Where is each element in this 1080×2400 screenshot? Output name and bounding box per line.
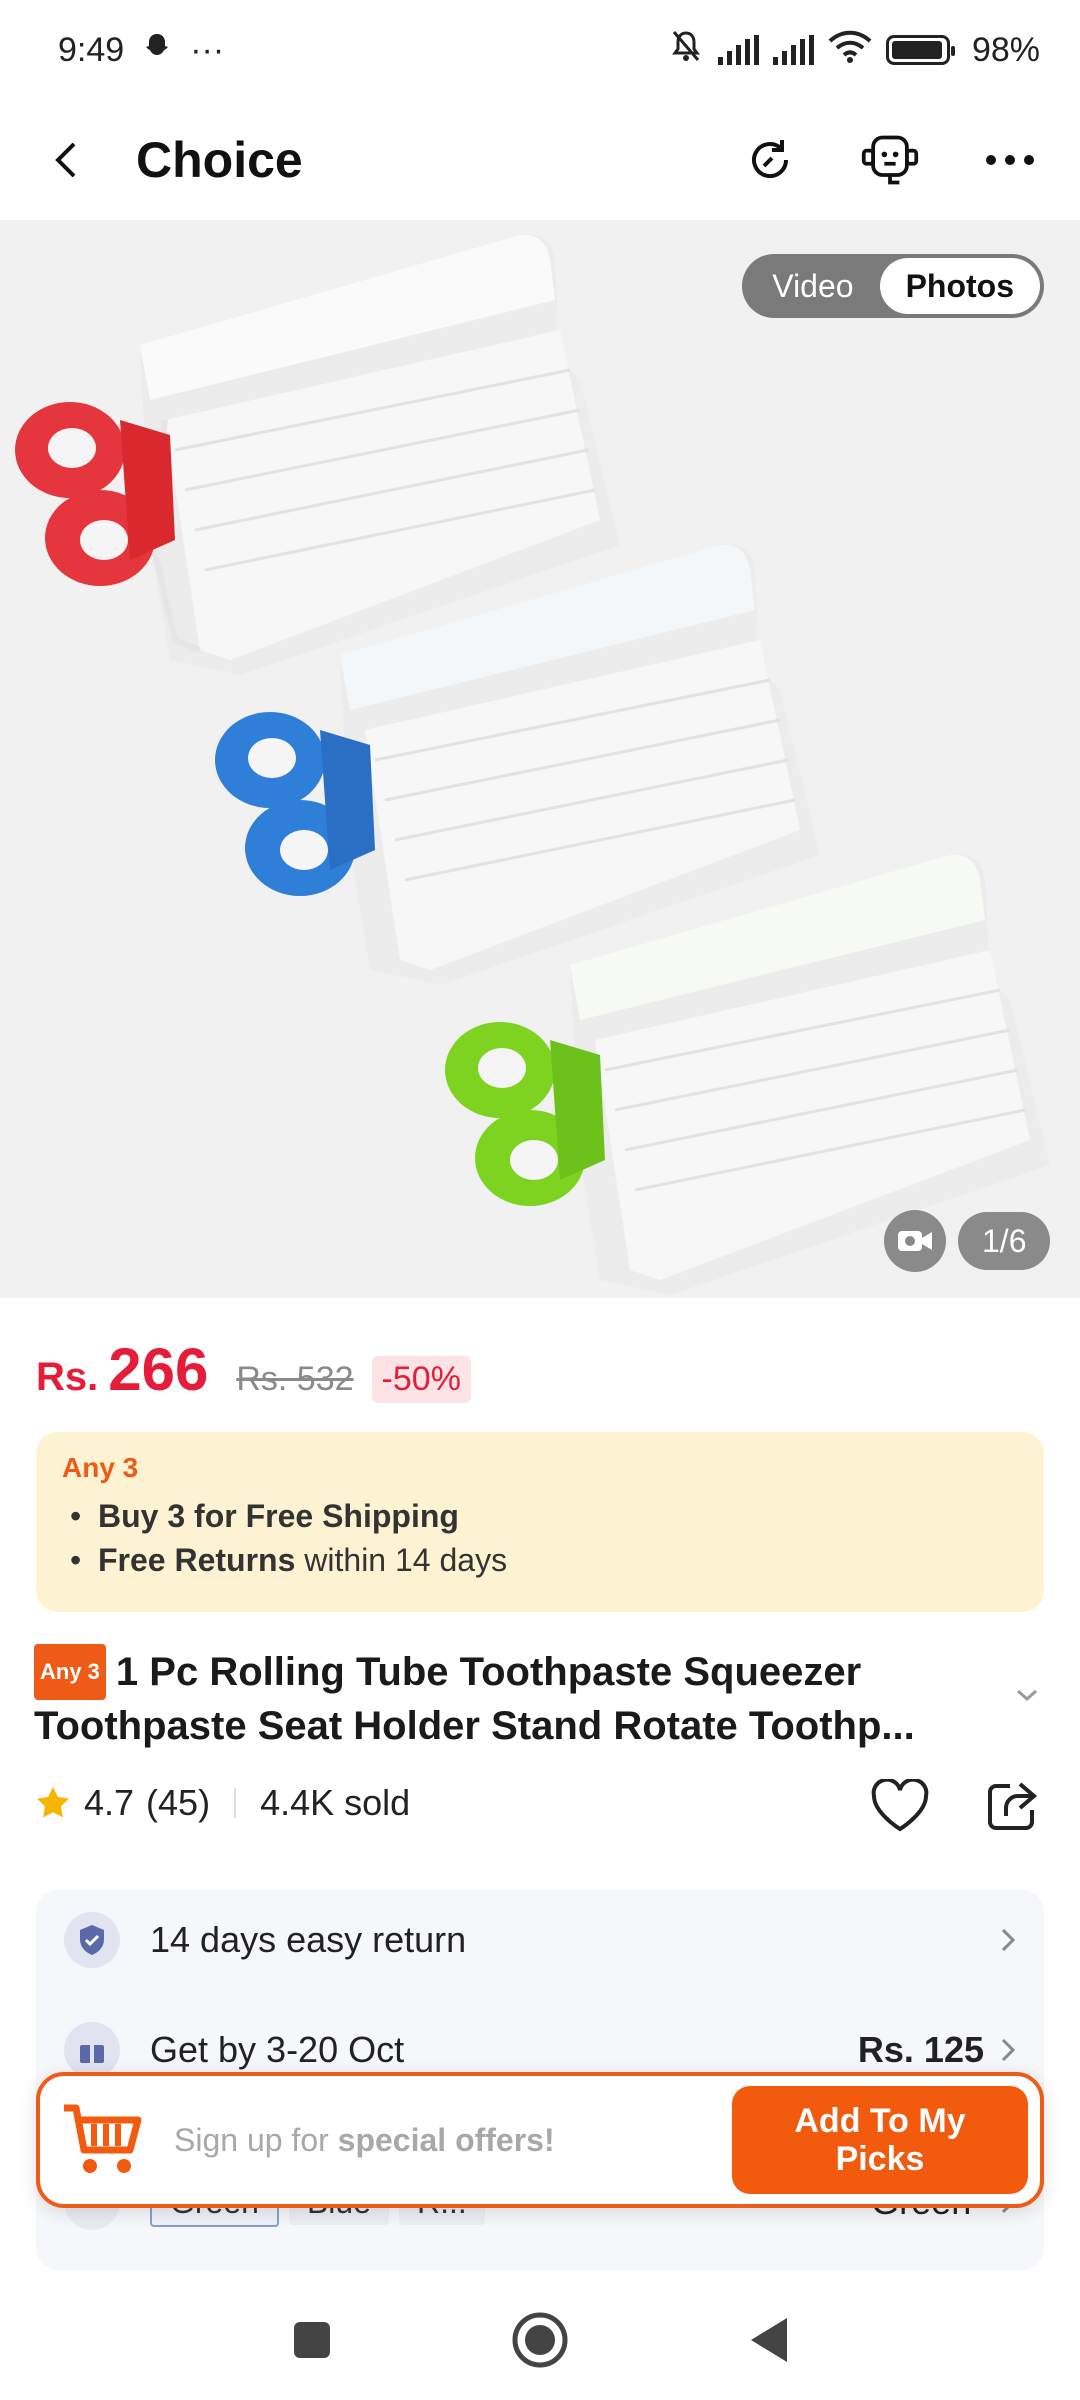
expand-title-button[interactable] — [1012, 1680, 1042, 1710]
rating-score: 4.7 — [84, 1782, 135, 1823]
original-price: Rs. 532 — [236, 1360, 354, 1398]
signal-icon-2 — [772, 35, 814, 65]
offer-box[interactable]: Any 3 Buy 3 for Free Shipping Free Retur… — [36, 1432, 1044, 1612]
tab-video[interactable]: Video — [746, 258, 879, 314]
home-icon — [512, 2312, 568, 2368]
gift-icon — [64, 2022, 120, 2078]
heart-icon — [871, 1779, 929, 1832]
rating-divider — [234, 1788, 237, 1818]
battery-level: 98% — [971, 30, 1040, 69]
recents-button[interactable] — [282, 2310, 342, 2370]
chevron-left-icon — [55, 142, 76, 178]
offer-line-shipping: Buy 3 for Free Shipping — [62, 1494, 1018, 1538]
delivery-text: Get by 3-20 Oct — [150, 2029, 405, 2070]
more-options-button[interactable] — [980, 130, 1040, 190]
refresh-icon — [752, 140, 788, 178]
tab-photos[interactable]: Photos — [879, 258, 1040, 314]
offer-tag: Any 3 — [62, 1452, 139, 1483]
price-row: Rs. 266 Rs. 532 -50% — [36, 1335, 471, 1404]
shipping-fee: Rs. 125 — [857, 2029, 984, 2070]
nav-back-button[interactable] — [738, 2310, 798, 2370]
signup-banner[interactable]: Sign up for special offers! Add To My Pi… — [36, 2072, 1044, 2208]
chevron-right-icon — [1001, 2038, 1016, 2062]
battery-icon — [885, 35, 955, 65]
wifi-icon — [828, 29, 872, 72]
signal-icon — [717, 35, 759, 65]
product-title-line1: 1 Pc Rolling Tube Toothpaste Squeezer — [115, 1650, 862, 1694]
discount-badge: -50% — [371, 1356, 471, 1403]
product-actions — [870, 1776, 1042, 1836]
cart-icon — [54, 2092, 150, 2188]
product-title-line2: Toothpaste Seat Holder Stand Rotate Toot… — [34, 1704, 915, 1748]
chevron-down-icon — [1017, 1689, 1037, 1702]
video-button[interactable] — [884, 1210, 946, 1272]
current-price: 266 — [108, 1336, 209, 1403]
app-header: Choice — [0, 100, 1080, 220]
image-counter: 1/6 — [958, 1212, 1051, 1270]
mute-icon — [668, 28, 704, 73]
wishlist-button[interactable] — [870, 1776, 930, 1836]
triangle-back-icon — [751, 2318, 787, 2362]
any3-tag: Any 3 — [34, 1644, 106, 1700]
video-camera-icon — [898, 1231, 932, 1251]
more-icon — [986, 155, 1034, 165]
signup-text: Sign up for special offers! — [174, 2121, 555, 2158]
system-nav-bar — [0, 2280, 1080, 2400]
offer-line-returns: Free Returns within 14 days — [62, 1538, 1018, 1582]
square-icon — [294, 2322, 330, 2358]
chevron-right-icon — [1001, 1928, 1016, 1952]
more-notifications: ··· — [190, 30, 225, 69]
star-icon — [37, 1787, 69, 1818]
support-button[interactable] — [860, 130, 920, 190]
page-title: Choice — [136, 132, 303, 188]
product-image-gallery[interactable]: Video Photos 1/6 — [0, 220, 1080, 1298]
share-icon — [988, 1782, 1038, 1830]
product-title[interactable]: Any 31 Pc Rolling Tube Toothpaste Squeez… — [34, 1644, 1014, 1752]
snapchat-icon — [142, 31, 172, 70]
home-button[interactable] — [510, 2310, 570, 2370]
product-image — [15, 234, 1050, 1295]
add-to-picks-button[interactable]: Add To My Picks — [732, 2086, 1028, 2194]
sold-count: 4.4K sold — [260, 1782, 411, 1823]
returns-row[interactable]: 14 days easy return — [36, 1890, 1044, 1990]
shield-check-icon — [64, 1912, 120, 1968]
price-currency: Rs. — [36, 1355, 99, 1399]
status-bar: 9:49 ··· 98% — [0, 0, 1080, 100]
refresh-button[interactable] — [740, 130, 800, 190]
returns-text: 14 days easy return — [150, 1919, 467, 1960]
rating-count: (45) — [146, 1782, 211, 1823]
media-toggle: Video Photos — [742, 254, 1044, 318]
rating-row[interactable]: 4.7 (45) 4.4K sold — [34, 1782, 410, 1824]
chatbot-icon — [861, 135, 919, 185]
status-time: 9:49 — [58, 30, 125, 69]
share-button[interactable] — [982, 1776, 1042, 1836]
back-button[interactable] — [52, 140, 92, 180]
